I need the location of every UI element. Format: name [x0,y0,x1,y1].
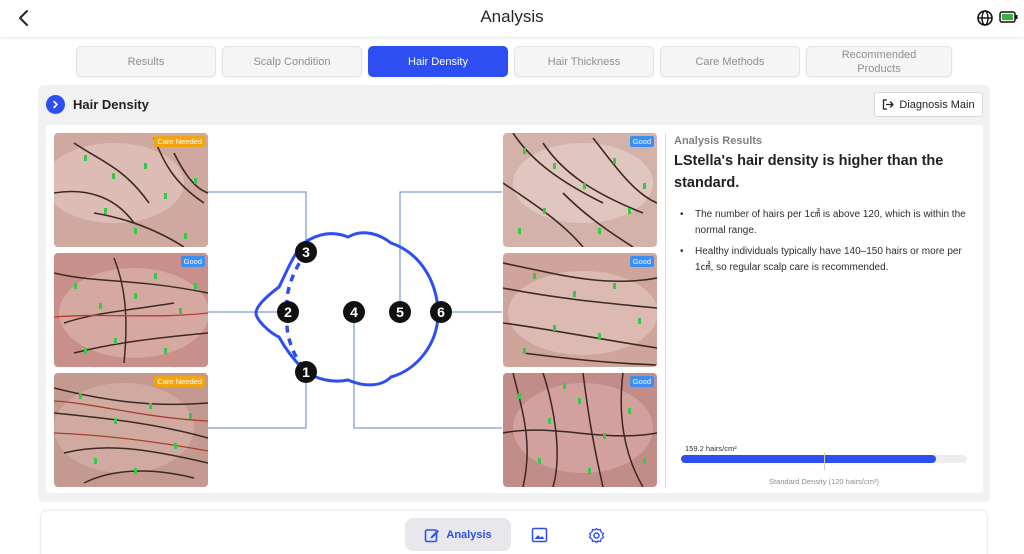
status-badge: Care Needed [154,376,205,387]
results-bullets: The number of hairs per 1㎠ is above 120,… [680,207,970,281]
scalp-image [54,253,208,367]
svg-text:3: 3 [302,244,310,260]
hair-density-panel: Hair Density Diagnosis Main 3 2 1 4 5 6 … [38,85,990,502]
list-item: The number of hairs per 1㎠ is above 120,… [680,207,970,238]
scalp-photo-2[interactable]: Good [54,253,208,367]
scalp-photo-3[interactable]: Care Needed [54,133,208,247]
scalp-photo-5[interactable]: Good [503,133,657,247]
battery-icon [999,11,1018,23]
standard-density-label: Standard Density (120 hairs/cm²) [768,477,880,486]
svg-text:6: 6 [437,304,445,320]
edit-document-icon [425,528,440,542]
divider [665,133,666,488]
scalp-photo-1[interactable]: Care Needed [54,373,208,487]
svg-text:1: 1 [302,364,310,380]
measurement-value: 159.2 hairs/cm² [685,444,737,453]
tab-results[interactable]: Results [76,46,216,77]
standard-marker [824,453,825,470]
analysis-tabs: Results Scalp Condition Hair Density Hai… [76,46,954,77]
results-headline: LStella's hair density is higher than th… [674,153,944,191]
diagnosis-main-label: Diagnosis Main [899,98,975,111]
tab-care-methods[interactable]: Care Methods [660,46,800,77]
tab-hair-thickness[interactable]: Hair Thickness [514,46,654,77]
diagnosis-main-button[interactable]: Diagnosis Main [874,92,983,117]
chevron-right-circle-icon [46,95,65,114]
connector-line-5 [399,191,502,312]
panel-title: Hair Density [73,97,149,112]
content-card: 3 2 1 4 5 6 Care Needed Good Care Needed… [46,125,983,493]
marker-4[interactable]: 4 [343,301,365,323]
tab-scalp-condition[interactable]: Scalp Condition [222,46,362,77]
exit-icon [883,99,895,110]
globe-icon[interactable] [976,9,994,27]
marker-1[interactable]: 1 [295,361,317,383]
status-badge: Good [629,256,654,267]
status-badge: Good [629,136,654,147]
list-item: Healthy individuals typically have 140–1… [680,244,970,275]
svg-text:4: 4 [350,304,358,320]
nav-analysis-label: Analysis [446,528,492,541]
svg-text:5: 5 [396,304,404,320]
tab-recommended-products[interactable]: Recommended Products [806,46,952,77]
page-title: Analysis [480,7,544,26]
status-badge: Care Needed [154,136,205,147]
connector-line-4 [353,312,502,429]
image-icon [531,527,547,543]
status-badge: Good [180,256,205,267]
nav-settings-button[interactable] [586,525,606,545]
status-badge: Good [629,376,654,387]
marker-5[interactable]: 5 [389,301,411,323]
density-bar-fill [681,455,936,463]
scalp-image [503,373,657,487]
scalp-photo-4[interactable]: Good [503,373,657,487]
analysis-results-label: Analysis Results [674,135,763,147]
top-bar: Analysis [0,0,1024,38]
bottom-nav: Analysis [40,510,988,554]
connector-line-3 [208,191,307,252]
connector-line-1 [208,372,307,429]
gear-icon [588,527,604,543]
marker-2[interactable]: 2 [277,301,299,323]
scalp-photo-6[interactable]: Good [503,253,657,367]
marker-6[interactable]: 6 [430,301,452,323]
scalp-image [503,253,657,367]
scalp-image [54,373,208,487]
scalp-image [503,133,657,247]
svg-text:2: 2 [284,304,292,320]
nav-analysis-button[interactable]: Analysis [405,518,511,551]
tab-hair-density[interactable]: Hair Density [368,46,508,77]
marker-3[interactable]: 3 [295,241,317,263]
nav-gallery-button[interactable] [529,525,549,545]
scalp-image [54,133,208,247]
